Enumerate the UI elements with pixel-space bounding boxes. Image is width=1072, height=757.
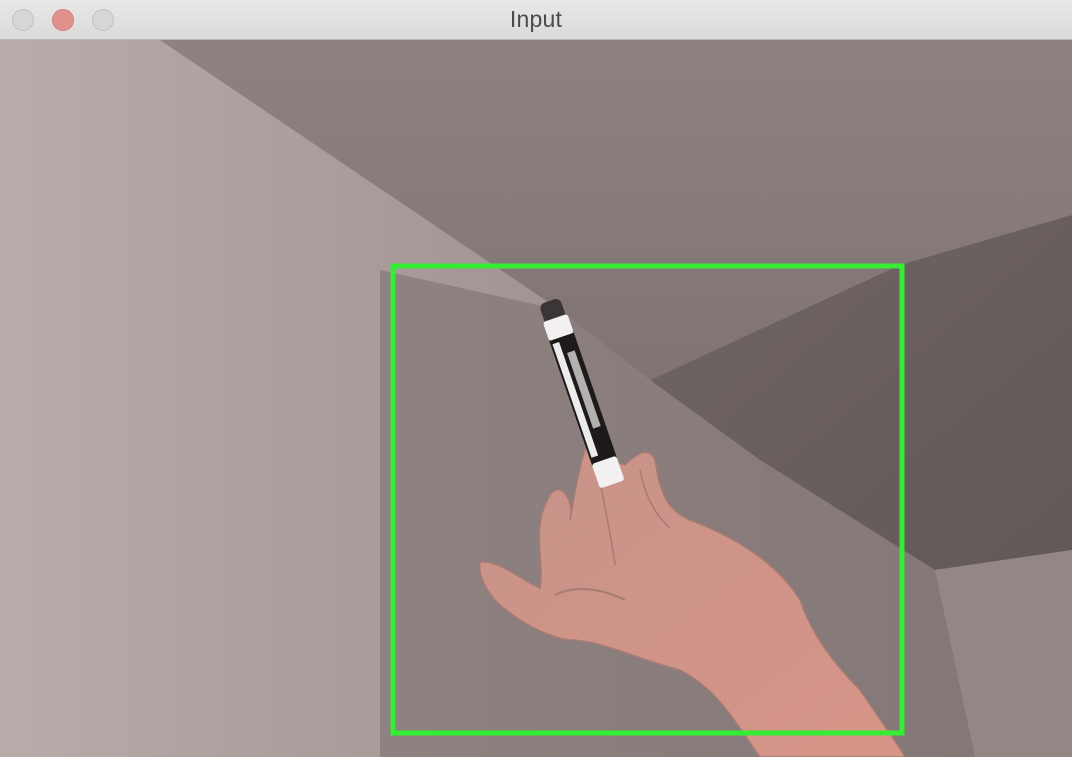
app-window: Input xyxy=(0,0,1072,757)
title-bar[interactable]: Input xyxy=(0,0,1072,40)
camera-feed xyxy=(0,40,1072,757)
window-title: Input xyxy=(509,6,563,32)
camera-frame xyxy=(0,40,1072,757)
